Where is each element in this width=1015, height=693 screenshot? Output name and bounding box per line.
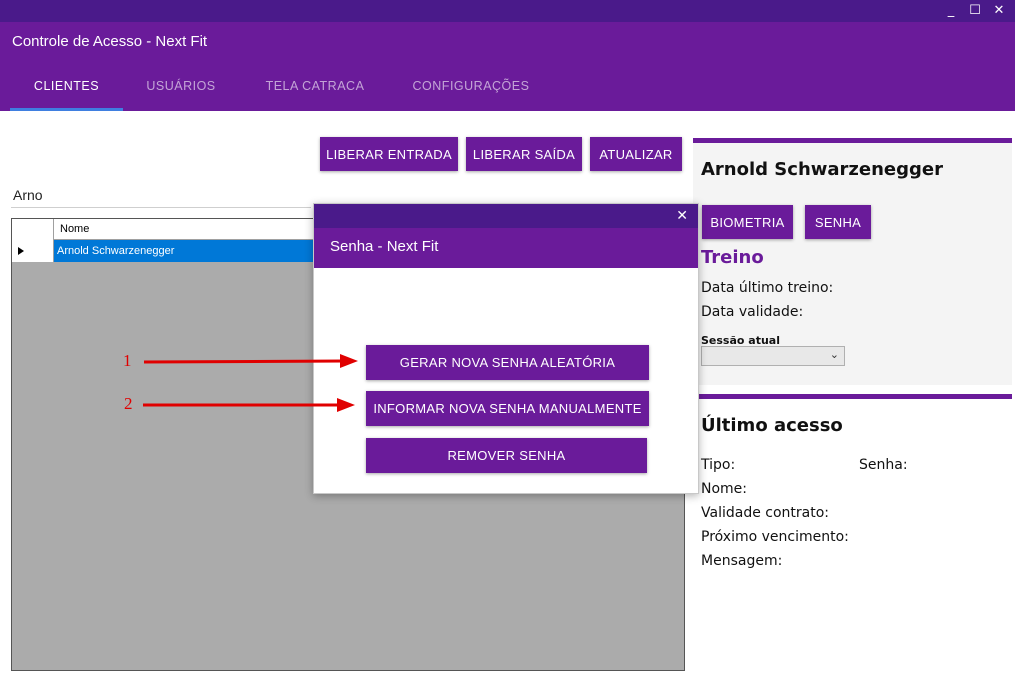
annotation-arrow-2 (143, 398, 355, 412)
annotation-arrows (143, 354, 358, 412)
annotation-arrow-1 (143, 354, 358, 368)
app-window: _ ☐ ✕ Controle de Acesso - Next Fit CLIE… (0, 0, 1015, 693)
